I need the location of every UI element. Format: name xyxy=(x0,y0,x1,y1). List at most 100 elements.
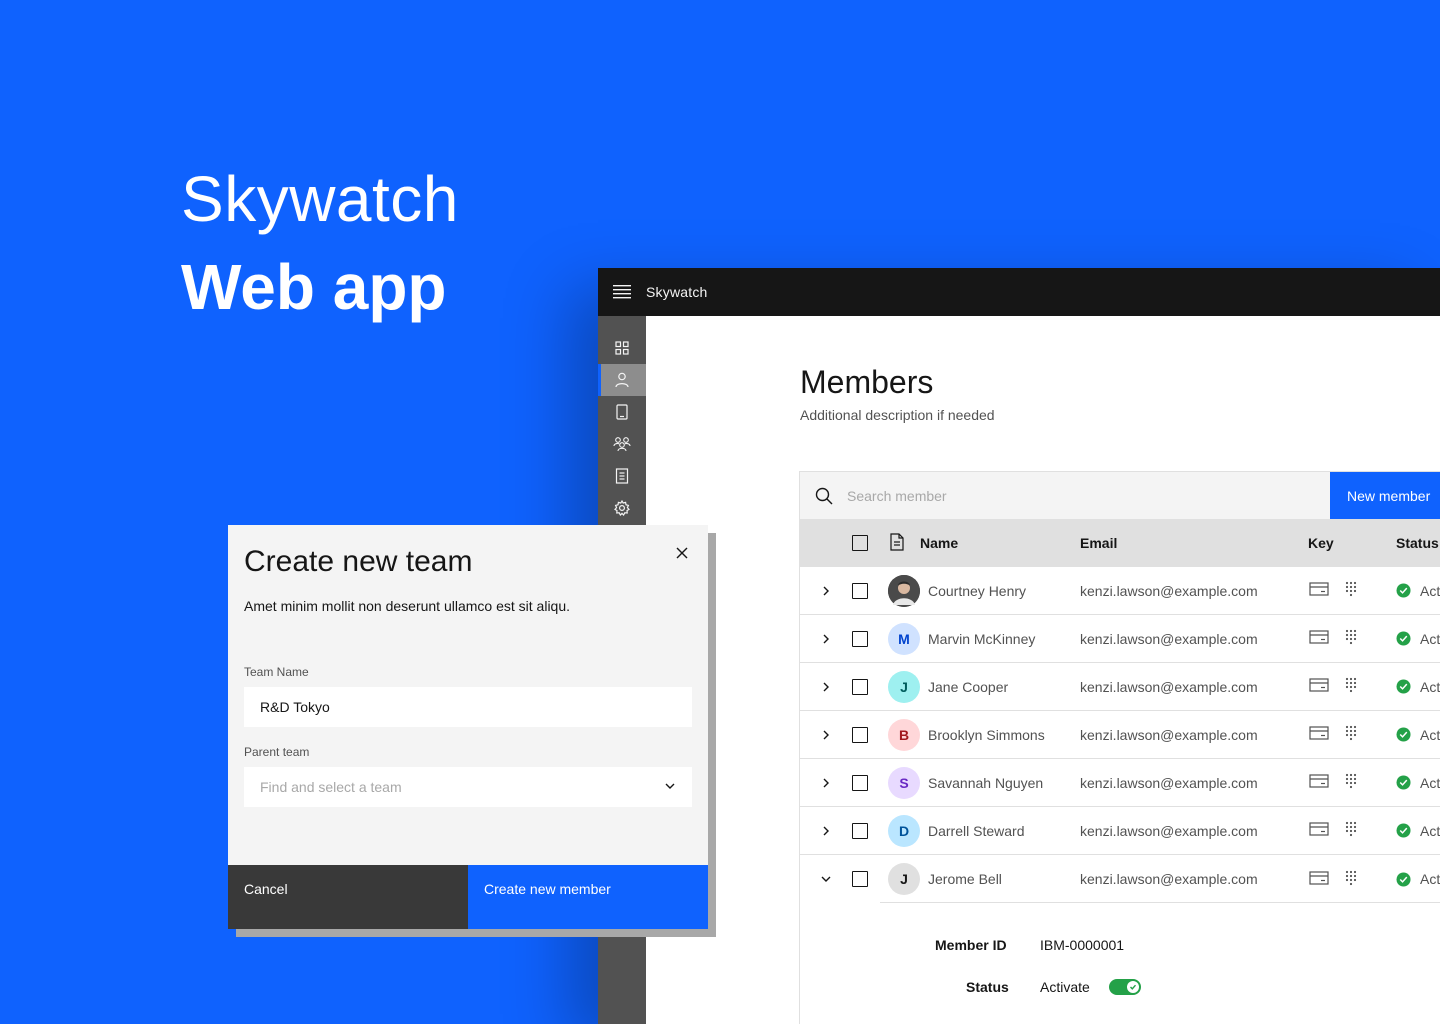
new-member-button[interactable]: New member xyxy=(1330,472,1440,520)
avatar: D xyxy=(888,814,920,847)
status-text: Act xyxy=(1420,678,1440,695)
member-name: Marvin McKinney xyxy=(928,630,1036,647)
rail-groups[interactable] xyxy=(598,428,646,460)
table-row[interactable]: Courtney Henry kenzi.lawson@example.com Ac… xyxy=(800,567,1440,615)
row-checkbox[interactable] xyxy=(852,678,868,695)
table-body: Courtney Henry kenzi.lawson@example.com Ac… xyxy=(800,567,1440,903)
cancel-button[interactable]: Cancel xyxy=(228,865,468,929)
keypad-icon[interactable] xyxy=(1344,581,1358,600)
card-key-icon[interactable] xyxy=(1309,630,1329,647)
rail-members[interactable] xyxy=(598,364,646,396)
members-table: Search member New member Name Email Key … xyxy=(799,471,1440,1024)
row-checkbox[interactable] xyxy=(852,822,868,839)
rail-dashboard[interactable] xyxy=(598,332,646,364)
check-circle-icon xyxy=(1396,775,1411,790)
status-label: Status xyxy=(966,979,1009,995)
group-icon xyxy=(613,437,631,452)
avatar: J xyxy=(888,863,920,895)
create-new-member-button[interactable]: Create new member xyxy=(468,865,708,929)
status-cell: Act xyxy=(1396,775,1440,791)
create-team-modal: Create new team Amet minim mollit non de… xyxy=(228,525,708,929)
keypad-icon[interactable] xyxy=(1344,821,1358,840)
table-row[interactable]: J Jerome Bell kenzi.lawson@example.com Act xyxy=(800,855,1440,903)
column-header-key[interactable]: Key xyxy=(1308,535,1334,551)
keypad-icon[interactable] xyxy=(1344,725,1358,744)
status-text: Act xyxy=(1420,822,1440,839)
keypad-icon[interactable] xyxy=(1344,773,1358,792)
page-title: Members xyxy=(800,364,934,400)
row-checkbox[interactable] xyxy=(852,774,868,791)
search-icon xyxy=(815,487,833,504)
search-input[interactable]: Search member xyxy=(800,472,1330,519)
app-header: Skywatch xyxy=(598,268,1440,316)
keypad-icon[interactable] xyxy=(1344,870,1358,889)
member-name: Jane Cooper xyxy=(928,678,1009,695)
avatar xyxy=(888,574,920,607)
status-cell: Act xyxy=(1396,631,1440,647)
table-header: Name Email Key Status xyxy=(800,519,1440,567)
column-header-name[interactable]: Name xyxy=(920,535,958,551)
keypad-icon[interactable] xyxy=(1344,677,1358,696)
row-checkbox[interactable] xyxy=(852,582,868,599)
table-row[interactable]: M Marvin McKinney kenzi.lawson@example.com… xyxy=(800,615,1440,663)
card-key-icon[interactable] xyxy=(1309,726,1329,743)
chevron-right-icon[interactable] xyxy=(816,821,836,841)
chevron-right-icon[interactable] xyxy=(816,725,836,745)
parent-team-label: Parent team xyxy=(244,745,310,759)
column-header-status[interactable]: Status xyxy=(1396,535,1439,551)
member-email: kenzi.lawson@example.com xyxy=(1080,774,1258,791)
row-checkbox[interactable] xyxy=(852,871,868,887)
chevron-right-icon[interactable] xyxy=(816,773,836,793)
app-name[interactable]: Skywatch xyxy=(646,284,708,300)
member-id-label: Member ID xyxy=(935,937,1007,953)
card-key-icon[interactable] xyxy=(1309,582,1329,599)
row-checkbox[interactable] xyxy=(852,630,868,647)
member-email: kenzi.lawson@example.com xyxy=(1080,582,1258,599)
hero-title-line2: Web app xyxy=(181,251,447,323)
menu-icon[interactable] xyxy=(598,268,646,316)
status-cell: Act xyxy=(1396,679,1440,695)
check-circle-icon xyxy=(1396,583,1411,598)
check-circle-icon xyxy=(1396,631,1411,646)
member-name: Brooklyn Simmons xyxy=(928,726,1045,743)
card-key-icon[interactable] xyxy=(1309,822,1329,839)
check-circle-icon xyxy=(1396,871,1411,887)
column-header-email[interactable]: Email xyxy=(1080,535,1117,551)
chevron-right-icon[interactable] xyxy=(816,629,836,649)
member-id-value: IBM-0000001 xyxy=(1040,937,1125,953)
status-text: Act xyxy=(1420,774,1440,791)
chevron-down-icon xyxy=(664,779,676,795)
card-key-icon[interactable] xyxy=(1309,774,1329,791)
status-cell: Act xyxy=(1396,823,1440,839)
device-icon xyxy=(616,404,628,420)
table-row[interactable]: D Darrell Steward kenzi.lawson@example.com… xyxy=(800,807,1440,855)
member-email: kenzi.lawson@example.com xyxy=(1080,678,1258,695)
chevron-right-icon[interactable] xyxy=(816,677,836,697)
avatar-initial: D xyxy=(898,822,910,839)
close-icon[interactable] xyxy=(672,543,692,563)
rail-devices[interactable] xyxy=(598,396,646,428)
member-email: kenzi.lawson@example.com xyxy=(1080,871,1258,887)
check-circle-icon xyxy=(1396,823,1411,838)
table-row[interactable]: B Brooklyn Simmons kenzi.lawson@example.co… xyxy=(800,711,1440,759)
rail-settings[interactable] xyxy=(598,492,646,524)
parent-team-select[interactable]: Find and select a team xyxy=(244,767,692,807)
chevron-down-icon[interactable] xyxy=(816,869,836,889)
keypad-icon[interactable] xyxy=(1344,629,1358,648)
card-key-icon[interactable] xyxy=(1309,678,1329,695)
parent-team-placeholder: Find and select a team xyxy=(260,779,402,795)
member-email: kenzi.lawson@example.com xyxy=(1080,822,1258,839)
chevron-right-icon[interactable] xyxy=(816,581,836,601)
rail-reports[interactable] xyxy=(598,460,646,492)
table-row[interactable]: S Savannah Nguyen kenzi.lawson@example.com… xyxy=(800,759,1440,807)
team-name-field[interactable] xyxy=(244,687,692,727)
card-key-icon[interactable] xyxy=(1309,870,1329,888)
toggle-knob xyxy=(1127,981,1139,993)
avatar: J xyxy=(888,670,920,703)
table-toolbar: Search member New member xyxy=(800,471,1440,520)
table-row[interactable]: J Jane Cooper kenzi.lawson@example.com Act xyxy=(800,663,1440,711)
avatar: B xyxy=(888,718,920,751)
row-checkbox[interactable] xyxy=(852,726,868,743)
status-toggle[interactable] xyxy=(1109,979,1141,995)
select-all-checkbox[interactable] xyxy=(852,535,868,551)
